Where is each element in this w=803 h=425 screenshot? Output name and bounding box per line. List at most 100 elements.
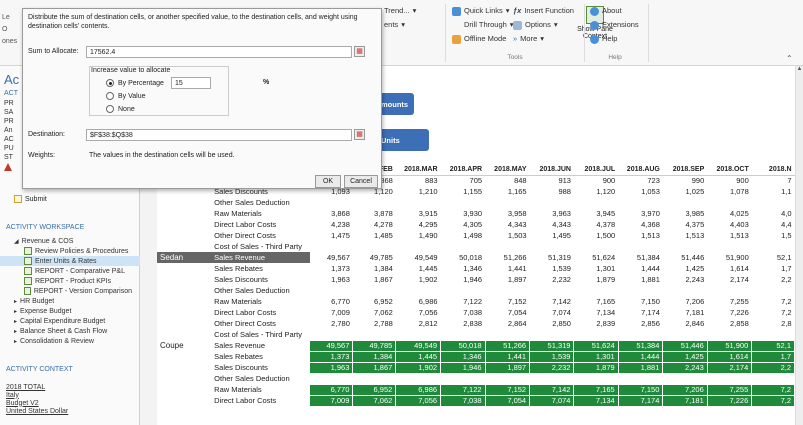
value-cell[interactable] [440,197,486,208]
offline-mode-button[interactable]: Offline Mode [452,32,514,46]
value-cell[interactable] [573,241,619,252]
value-cell[interactable]: 4,305 [441,219,486,230]
value-cell[interactable]: 4,343 [485,219,530,230]
options-button[interactable]: Options ▾ [513,18,574,32]
value-cell[interactable] [352,241,396,252]
product-cell[interactable] [157,197,211,208]
product-cell[interactable]: Coupe [157,340,211,351]
value-cell[interactable] [618,373,663,384]
value-cell[interactable] [573,197,619,208]
product-cell[interactable] [157,230,211,241]
value-cell[interactable]: 4,368 [618,219,663,230]
ok-button[interactable]: OK [315,175,341,188]
value-cell[interactable]: 3,930 [441,208,486,219]
value-cell[interactable] [440,373,486,384]
value-cell[interactable]: 49,549 [396,252,441,263]
value-cell[interactable]: 900 [707,175,752,186]
workspace-item[interactable]: REPORT - Version Comparison [0,286,140,296]
workspace-item[interactable]: ▸ Balance Sheet & Cash Flow [0,326,140,336]
value-cell[interactable] [662,329,708,340]
product-cell[interactable] [157,395,211,406]
value-cell[interactable]: 1,902 [396,274,441,285]
value-cell[interactable] [707,329,752,340]
value-cell[interactable]: 7,226 [706,394,753,407]
value-cell[interactable]: 7,122 [441,296,486,307]
account-cell[interactable]: Raw Materials [211,296,310,307]
value-cell[interactable]: 52,1 [751,339,795,352]
value-cell[interactable]: 1,963 [310,274,353,285]
product-cell[interactable] [157,373,211,384]
value-cell[interactable]: 1,445 [395,350,442,363]
value-cell[interactable]: 51,319 [529,339,575,352]
value-cell[interactable]: 51,900 [707,252,752,263]
value-cell[interactable]: 2,788 [353,318,396,329]
value-cell[interactable]: 4,343 [530,219,574,230]
account-cell[interactable]: Other Sales Deduction [211,197,310,208]
value-cell[interactable]: 4,4 [752,219,795,230]
value-cell[interactable]: 52,1 [752,252,795,263]
events-button[interactable]: ents ▾ [384,18,416,32]
value-cell[interactable]: 7,255 [707,296,752,307]
product-cell[interactable] [157,318,211,329]
product-cell[interactable]: Sedan [157,252,212,263]
account-cell[interactable]: Sales Rebates [211,351,310,362]
value-cell[interactable]: 1,346 [440,350,486,363]
value-cell[interactable]: 7,206 [662,383,708,396]
value-cell[interactable]: 7,255 [706,383,753,396]
value-cell[interactable]: 6,952 [353,296,396,307]
value-cell[interactable] [309,197,353,208]
value-cell[interactable]: 1,078 [707,186,752,197]
value-cell[interactable]: 7,165 [573,383,619,396]
account-cell[interactable]: Direct Labor Costs [211,395,310,406]
value-cell[interactable]: 7 [752,175,795,186]
value-cell[interactable]: 2,838 [441,318,486,329]
account-cell[interactable]: Sales Rebates [211,263,310,274]
grid-column-header[interactable]: 2018.APR [440,164,486,176]
value-cell[interactable] [573,285,619,296]
value-cell[interactable]: 7,152 [484,383,531,396]
product-cell[interactable] [157,219,211,230]
value-cell[interactable]: 3,985 [663,208,707,219]
workspace-item[interactable]: ▸ HR Budget [0,296,140,306]
value-cell[interactable]: 4,025 [707,208,752,219]
grid-column-header[interactable]: 2018.N [751,164,795,176]
value-cell[interactable]: 3,915 [396,208,441,219]
context-item[interactable]: 2018 TOTAL [0,383,140,391]
value-cell[interactable]: 1,946 [441,274,486,285]
value-cell[interactable]: 51,624 [574,252,618,263]
value-cell[interactable] [440,241,486,252]
insert-function-button[interactable]: ƒx Insert Function [513,4,574,18]
value-cell[interactable] [309,329,353,340]
value-cell[interactable]: 1,445 [396,263,441,274]
value-cell[interactable]: 7,009 [309,394,354,407]
product-cell[interactable] [157,296,211,307]
units-button[interactable]: Units [375,129,429,151]
product-cell[interactable] [157,351,211,362]
grid-column-header[interactable]: 2018.SEP [662,164,708,176]
value-cell[interactable]: 1,946 [440,361,486,374]
value-cell[interactable]: 7,074 [530,307,574,318]
value-cell[interactable]: 7,142 [530,296,574,307]
value-cell[interactable]: 723 [618,175,663,186]
value-cell[interactable] [395,373,441,384]
value-cell[interactable]: 2,856 [618,318,663,329]
value-cell[interactable]: 7,2 [752,307,795,318]
value-cell[interactable]: 7,056 [395,394,442,407]
value-cell[interactable]: 1,495 [530,230,574,241]
value-cell[interactable] [707,197,752,208]
value-cell[interactable] [662,373,708,384]
quick-links-button[interactable]: Quick Links ▾ [452,4,514,18]
extensions-button[interactable]: Extensions [590,18,639,32]
value-cell[interactable]: 2,8 [752,318,795,329]
value-cell[interactable]: 7,056 [396,307,441,318]
account-cell[interactable]: Sales Revenue [211,252,310,263]
value-cell[interactable] [352,373,396,384]
value-cell[interactable]: 1,513 [618,230,663,241]
value-cell[interactable] [440,285,486,296]
value-cell[interactable]: 1,373 [309,350,354,363]
value-cell[interactable]: 7,2 [752,296,795,307]
value-cell[interactable]: 1,444 [617,350,664,363]
value-cell[interactable]: 1,120 [574,186,618,197]
value-cell[interactable]: 49,785 [353,252,396,263]
account-cell[interactable]: Other Direct Costs [211,230,310,241]
